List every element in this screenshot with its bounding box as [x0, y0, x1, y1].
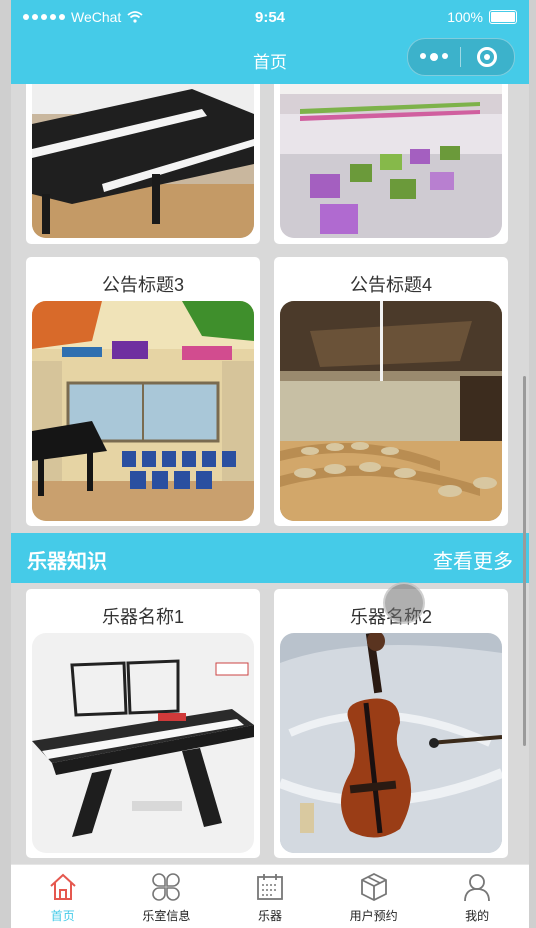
tab-home[interactable]: 首页	[11, 865, 115, 928]
tab-bar: 首页 乐室信息 乐器 用户预约 我的	[11, 864, 529, 928]
status-bar: WeChat 9:54 100%	[11, 0, 529, 36]
instrument-section-header: 乐器知识 查看更多	[11, 533, 529, 583]
section-title: 乐器知识	[27, 551, 107, 573]
tab-mine[interactable]: 我的	[425, 865, 529, 928]
home-icon	[50, 873, 76, 900]
notice-card[interactable]: 公告标题4	[274, 257, 508, 526]
tab-label: 用户预约	[349, 909, 398, 923]
tab-booking[interactable]: 用户预约	[322, 865, 426, 928]
instrument-title: 乐器名称1	[101, 607, 184, 627]
auditorium-image	[280, 301, 502, 521]
mini-program-capsule	[407, 38, 515, 76]
notice-title: 公告标题3	[101, 275, 184, 295]
touch-indicator	[383, 582, 425, 624]
battery-group: 100%	[447, 9, 517, 25]
user-icon	[464, 874, 491, 902]
clover-grid-icon	[152, 873, 181, 901]
instrument-card[interactable]: 乐器名称1	[26, 589, 260, 858]
violin-image	[280, 633, 502, 853]
box-icon	[360, 872, 387, 902]
keyboard-image	[32, 633, 254, 853]
music-room-image	[280, 84, 502, 238]
home-scroll-content[interactable]: 公告标题3 公告标题4 乐器知识 查看更多 乐器名称1	[11, 84, 529, 864]
tab-label: 首页	[50, 909, 75, 923]
instrument-card[interactable]: 乐器名称2	[274, 589, 508, 858]
calendar-icon	[257, 874, 283, 900]
notice-card-2[interactable]	[274, 84, 508, 244]
battery-percent: 100%	[447, 9, 483, 25]
notice-card[interactable]: 公告标题3	[26, 257, 260, 526]
close-target-icon[interactable]	[461, 47, 513, 67]
battery-icon	[489, 10, 517, 24]
tab-room-info[interactable]: 乐室信息	[115, 865, 219, 928]
phone-screen: WeChat 9:54 100% 首页 公告标题3 公告标题4 乐器知识 查看更…	[11, 0, 529, 928]
classroom-piano-image	[32, 301, 254, 521]
piano-lab-image	[32, 84, 254, 238]
tab-instruments[interactable]: 乐器	[218, 865, 322, 928]
notice-title: 公告标题4	[349, 275, 432, 295]
view-more-link[interactable]: 查看更多	[433, 545, 513, 574]
nav-bar: 首页	[11, 36, 529, 84]
tab-label: 乐器	[257, 909, 282, 923]
notice-card-1[interactable]	[26, 84, 260, 244]
tab-label: 我的	[465, 909, 490, 923]
tab-label: 乐室信息	[142, 909, 191, 923]
scrollbar[interactable]	[523, 376, 526, 746]
more-dots-icon[interactable]	[408, 53, 460, 61]
